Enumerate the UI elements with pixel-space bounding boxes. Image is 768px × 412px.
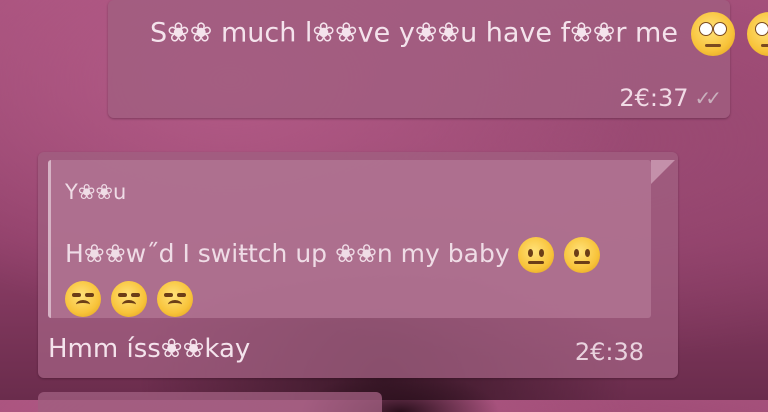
unamused-face-emoji-icon bbox=[156, 281, 193, 317]
incoming-message-bubble[interactable]: Y❀❀u H❀❀w˝d I swiŧtch up ❀❀n my baby Hmm… bbox=[38, 152, 678, 378]
quoted-sender: Y❀❀u bbox=[65, 180, 127, 204]
quoted-reply[interactable]: Y❀❀u H❀❀w˝d I swiŧtch up ❀❀n my baby bbox=[48, 160, 675, 320]
next-message-bubble-partial[interactable] bbox=[38, 392, 382, 412]
outgoing-message-text: S❀❀ much l❀❀ve y❀❀u have f❀❀r me bbox=[150, 12, 768, 56]
incoming-message-time: 2€:38 bbox=[574, 338, 644, 366]
unamused-face-emoji-icon bbox=[65, 281, 101, 317]
eye-roll-emoji-icon bbox=[690, 12, 735, 56]
unamused-face-emoji-icon bbox=[110, 281, 147, 317]
double-check-icon: ✓✓ bbox=[694, 86, 721, 110]
outgoing-message-meta: 2€:37 ✓✓ bbox=[619, 84, 722, 112]
quoted-message-label: H❀❀w˝d I swiŧtch up ❀❀n my baby bbox=[65, 239, 510, 268]
neutral-face-emoji-icon bbox=[563, 237, 600, 273]
quoted-message-text: H❀❀w˝d I swiŧtch up ❀❀n my baby bbox=[65, 232, 625, 320]
outgoing-message-time: 2€:37 bbox=[619, 84, 689, 112]
neutral-face-emoji-icon bbox=[517, 237, 554, 273]
incoming-message-text: Hmm íss❀❀kay bbox=[48, 334, 251, 364]
quote-fold-decoration bbox=[651, 160, 675, 184]
outgoing-message-bubble[interactable]: S❀❀ much l❀❀ve y❀❀u have f❀❀r me 2€:37 ✓… bbox=[108, 0, 768, 118]
outgoing-message-label: S❀❀ much l❀❀ve y❀❀u have f❀❀r me bbox=[150, 17, 678, 49]
eye-roll-emoji-icon bbox=[747, 12, 768, 56]
